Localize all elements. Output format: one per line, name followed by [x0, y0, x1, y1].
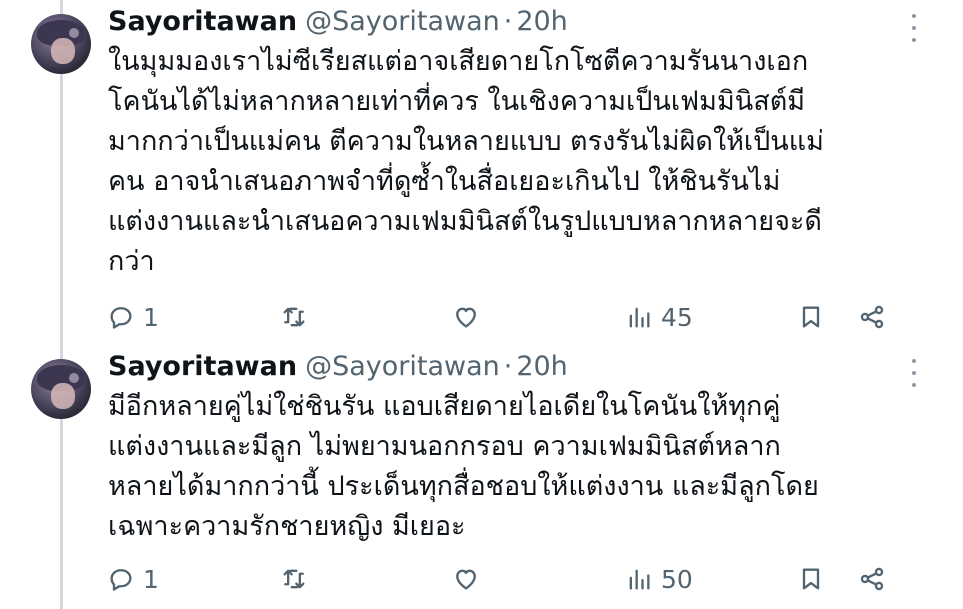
like-button[interactable]	[452, 559, 480, 599]
avatar[interactable]	[31, 14, 91, 74]
tweet[interactable]: Sayoritawan @Sayoritawan · 20h ในมุมมองเ…	[0, 0, 963, 345]
share-button[interactable]	[858, 559, 886, 599]
more-icon[interactable]	[904, 14, 924, 42]
tweet-text-line: มากกว่าเป็นแม่คน ตีความในหลายแบบ ตรงรันไ…	[108, 126, 824, 157]
display-name[interactable]: Sayoritawan	[108, 6, 297, 37]
views-count: 50	[661, 564, 693, 594]
views-icon	[629, 307, 650, 328]
views-icon	[629, 569, 650, 590]
action-bar: 1 45	[0, 297, 963, 337]
bookmark-icon	[802, 568, 820, 590]
bookmark-button[interactable]	[797, 559, 825, 599]
separator-dot: ·	[503, 6, 513, 37]
avatar[interactable]	[31, 359, 91, 419]
tweet-header: Sayoritawan @Sayoritawan · 20h	[108, 6, 568, 40]
timestamp[interactable]: 20h	[516, 351, 567, 382]
tweet-text-line: มีอีกหลายคู่ไม่ใช่ชินรัน แอบเสียดายไอเดี…	[108, 391, 781, 422]
like-button[interactable]	[452, 297, 480, 337]
tweet[interactable]: Sayoritawan @Sayoritawan · 20h มีอีกหลาย…	[0, 345, 963, 609]
views-button[interactable]: 50	[625, 559, 693, 599]
reply-count: 1	[143, 302, 159, 332]
action-bar: 1 50	[0, 559, 963, 599]
reply-button[interactable]: 1	[107, 559, 159, 599]
reply-icon	[110, 307, 132, 329]
more-icon[interactable]	[904, 359, 924, 387]
views-count: 45	[661, 302, 693, 332]
user-handle[interactable]: @Sayoritawan	[305, 6, 500, 37]
user-handle[interactable]: @Sayoritawan	[305, 351, 500, 382]
retweet-icon	[283, 569, 305, 589]
display-name[interactable]: Sayoritawan	[108, 351, 297, 382]
bookmark-button[interactable]	[797, 297, 825, 337]
tweet-text-line: กว่า	[108, 246, 155, 277]
tweet-header: Sayoritawan @Sayoritawan · 20h	[108, 351, 568, 385]
heart-icon	[456, 569, 476, 590]
tweet-text-line: แต่งงานและมีลูก ไม่พยามนอกกรอบ ความเฟมมิ…	[108, 431, 781, 462]
tweet-text-line: เฉพาะความรักชายหญิง มีเยอะ	[108, 511, 466, 542]
tweet-text-line: โคนันได้ไม่หลากหลายเท่าที่ควร ในเชิงความ…	[108, 86, 806, 117]
tweet-text-line: หลายได้มากกว่านี้ ประเด็นทุกสื่อชอบให้แต…	[108, 471, 819, 502]
retweet-icon	[283, 307, 305, 327]
reply-count: 1	[143, 564, 159, 594]
tweet-text: ในมุมมองเราไม่ซีเรียสแต่อาจเสียดายโกโซตี…	[108, 42, 908, 282]
share-icon	[860, 567, 884, 591]
tweet-text-line: แต่งงานและนำเสนอความเฟมมินิสต์ในรูปแบบหล…	[108, 206, 822, 237]
tweet-text-line: ในมุมมองเราไม่ซีเรียสแต่อาจเสียดายโกโซตี…	[108, 46, 809, 77]
heart-icon	[456, 307, 476, 328]
reply-icon	[110, 569, 132, 591]
bookmark-icon	[802, 306, 820, 328]
reply-button[interactable]: 1	[107, 297, 159, 337]
share-icon	[860, 305, 884, 329]
separator-dot: ·	[503, 351, 513, 382]
timestamp[interactable]: 20h	[516, 6, 567, 37]
views-button[interactable]: 45	[625, 297, 693, 337]
tweet-text: มีอีกหลายคู่ไม่ใช่ชินรัน แอบเสียดายไอเดี…	[108, 387, 908, 547]
share-button[interactable]	[858, 297, 886, 337]
retweet-button[interactable]	[280, 297, 308, 337]
tweet-text-line: คน อาจนำเสนอภาพจำที่ดูซ้ำในสื่อเยอะเกินไ…	[108, 166, 781, 197]
retweet-button[interactable]	[280, 559, 308, 599]
